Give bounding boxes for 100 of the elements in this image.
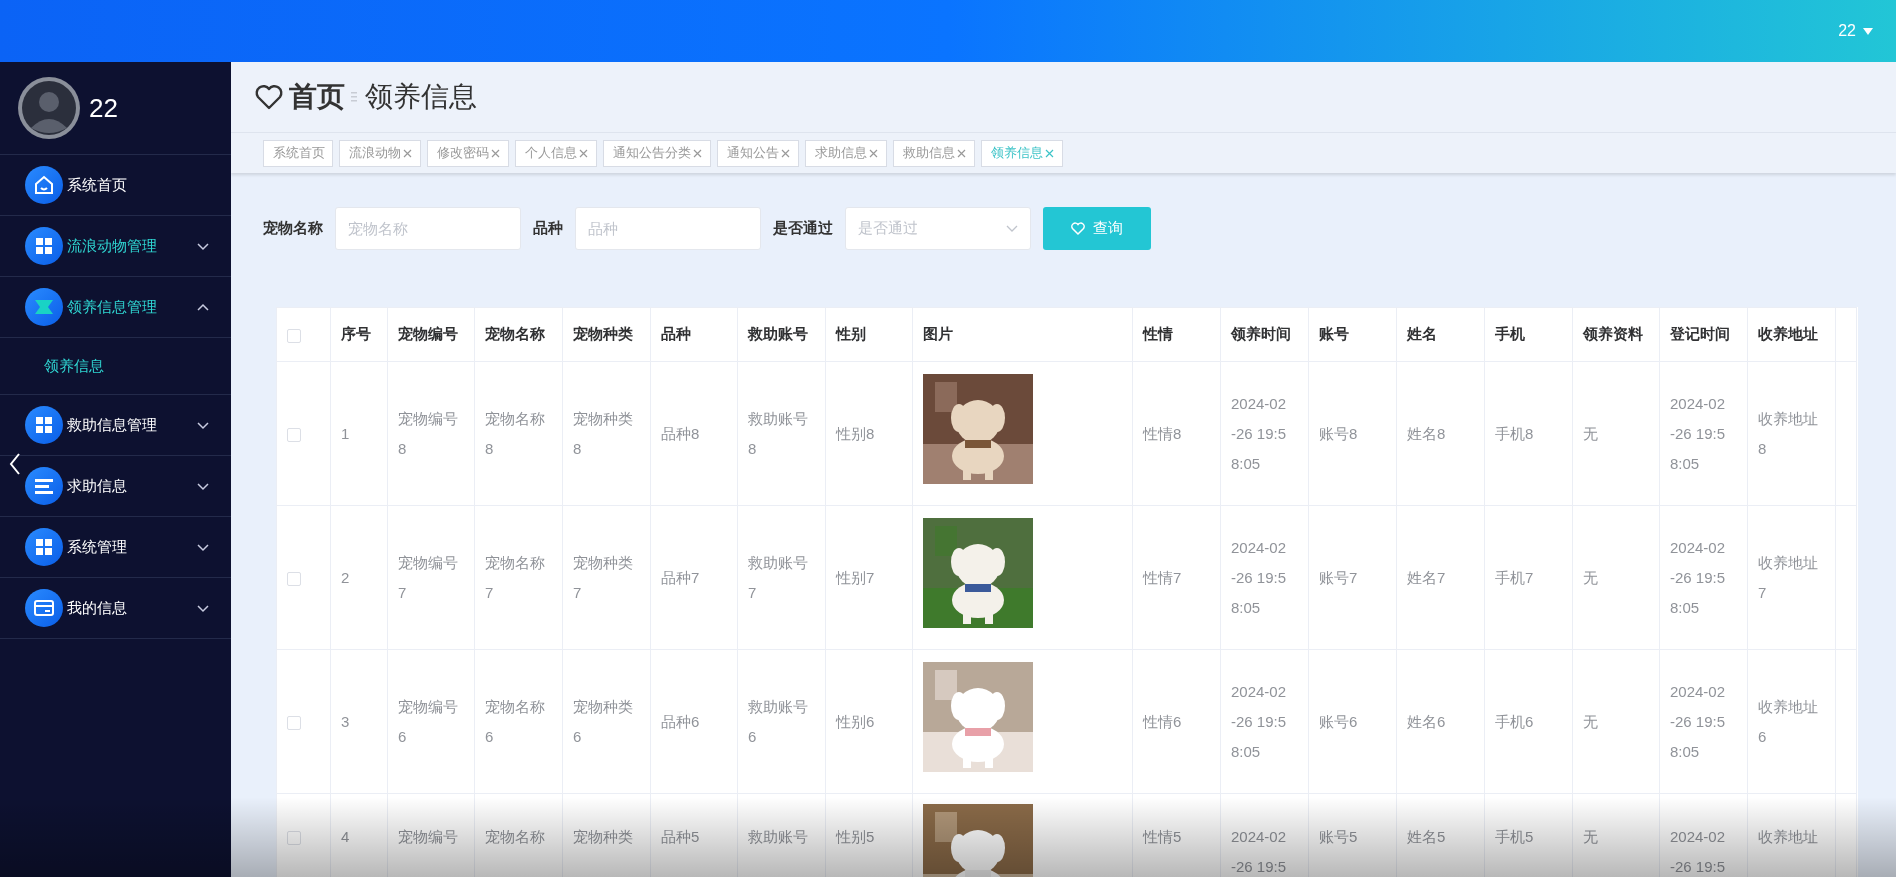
table-cell-text: 无	[1583, 567, 1599, 588]
table-cell-text: 宠物种类6	[573, 696, 634, 747]
table-cell-text: 3	[341, 711, 351, 732]
table-cell-text: 4	[341, 827, 351, 847]
grid-icon	[25, 227, 63, 265]
column-header: 姓名	[1396, 307, 1485, 362]
table-cell-text: 2024-02-26 19:58:05	[1231, 537, 1288, 618]
input-field[interactable]: 宠物名称	[335, 207, 521, 250]
table-cell-text: 宠物种类	[573, 827, 634, 847]
column-header: 领养资料	[1572, 307, 1660, 362]
submenu-item[interactable]: 领养信息	[0, 338, 231, 395]
page-tab[interactable]: 系统首页	[263, 139, 333, 167]
table-cell-text: 手机6	[1495, 711, 1535, 732]
menu-item[interactable]: 系统首页	[0, 155, 231, 216]
input-field[interactable]: 品种	[575, 207, 761, 250]
close-icon[interactable]	[490, 147, 501, 159]
table-cell-text: 性别6	[836, 711, 876, 732]
table-cell-text: 救助账号7	[748, 552, 809, 603]
table-cell-text: 品种7	[661, 567, 701, 588]
checkbox[interactable]	[287, 571, 301, 586]
menu-item[interactable]: 求助信息	[0, 456, 231, 517]
menu-item[interactable]: 救助信息管理	[0, 395, 231, 456]
menu-item[interactable]: 系统管理	[0, 517, 231, 578]
field-label: 品种	[533, 219, 563, 238]
page-tab[interactable]: 个人信息	[515, 139, 597, 167]
list-icon	[25, 467, 63, 505]
page-tab[interactable]: 流浪动物	[339, 139, 421, 167]
table-cell-text: 账号8	[1319, 423, 1359, 444]
column-header: 手机	[1484, 307, 1573, 362]
close-icon[interactable]	[1044, 147, 1055, 159]
table-cell-text: 2024-02-26 19:58:05	[1231, 393, 1288, 474]
table-cell-text: 无	[1583, 711, 1599, 732]
heart-icon	[255, 84, 283, 110]
table-cell-text: 救助账号8	[748, 408, 809, 459]
ticket-icon	[25, 288, 63, 326]
chevron-down-icon	[1006, 224, 1018, 233]
table-cell-text: 救助账号	[748, 827, 809, 847]
table-cell-text: 收养地址	[1758, 827, 1819, 847]
checkbox[interactable]	[287, 831, 301, 846]
column-header: 宠物名称	[474, 307, 563, 362]
table-cell-text: 姓名7	[1407, 567, 1447, 588]
table-cell-text: 无	[1583, 827, 1599, 847]
table-cell-text: 性情8	[1143, 423, 1183, 444]
table-cell-text: 收养地址7	[1758, 552, 1819, 603]
grid-icon	[25, 406, 63, 444]
close-icon[interactable]	[780, 147, 791, 159]
page-tab[interactable]: 求助信息	[805, 139, 887, 167]
table-cell-text: 性情6	[1143, 711, 1183, 732]
search-button[interactable]: 查询	[1043, 207, 1151, 250]
menu-item[interactable]: 流浪动物管理	[0, 216, 231, 277]
table-cell-text: 宠物种类8	[573, 408, 634, 459]
close-icon[interactable]	[692, 147, 703, 159]
table-cell-text: 性情5	[1143, 827, 1183, 847]
checkbox[interactable]	[287, 427, 301, 442]
page-tab[interactable]: 领养信息	[981, 139, 1063, 167]
table-cell-text: 2024-02-26 19:58:05	[1670, 393, 1727, 474]
page-tab[interactable]: 通知公告分类	[603, 139, 711, 167]
table-cell-text: 救助账号6	[748, 696, 809, 747]
table-cell-text: 品种6	[661, 711, 701, 732]
column-header: 品种	[650, 307, 738, 362]
table-cell-text: 宠物名称8	[485, 408, 546, 459]
table-cell-text: 2024-02-26 19:58:05	[1670, 537, 1727, 618]
avatar	[17, 76, 81, 140]
close-icon[interactable]	[578, 147, 589, 159]
user-name: 22	[89, 92, 118, 124]
table-cell-text: 收养地址8	[1758, 408, 1819, 459]
page-tab[interactable]: 救助信息	[893, 139, 975, 167]
table-cell-text: 性别7	[836, 567, 876, 588]
page-tab[interactable]: 通知公告	[717, 139, 799, 167]
breadcrumb-link[interactable]: 首页	[289, 78, 345, 116]
table-cell-text: 性别5	[836, 827, 876, 847]
menu-item[interactable]: 领养信息管理	[0, 277, 231, 338]
column-header: 救助账号	[737, 307, 826, 362]
table-cell-text: 宠物编号7	[398, 552, 459, 603]
table-cell-text: 宠物编号6	[398, 696, 459, 747]
table-cell-text: 姓名6	[1407, 711, 1447, 732]
checkbox[interactable]	[287, 329, 301, 343]
column-header: 宠物种类	[562, 307, 651, 362]
table-cell-text: 宠物名称	[485, 827, 546, 847]
table-cell-text: 账号7	[1319, 567, 1359, 588]
menu-item[interactable]: 我的信息	[0, 578, 231, 639]
close-icon[interactable]	[868, 147, 879, 159]
column-header: 收养地址	[1747, 307, 1836, 362]
column-header: 序号	[330, 307, 388, 362]
column-header: 宠物编号	[387, 307, 475, 362]
home-icon	[25, 166, 63, 204]
column-header: 领养时间	[1220, 307, 1309, 362]
column-header: 性情	[1132, 307, 1221, 362]
close-icon[interactable]	[956, 147, 967, 159]
select-field[interactable]: 是否通过	[845, 207, 1031, 250]
page-tab[interactable]: 修改密码	[427, 139, 509, 167]
table-cell-text: 性别8	[836, 423, 876, 444]
collapse-icon[interactable]	[8, 452, 22, 476]
checkbox[interactable]	[287, 715, 301, 730]
close-icon[interactable]	[402, 147, 413, 159]
table-cell-text: 账号5	[1319, 827, 1359, 847]
table-cell-text: 账号6	[1319, 711, 1359, 732]
field-label: 是否通过	[773, 219, 833, 238]
user-menu[interactable]: 22	[1838, 22, 1874, 40]
table-cell-text: 收养地址6	[1758, 696, 1819, 747]
